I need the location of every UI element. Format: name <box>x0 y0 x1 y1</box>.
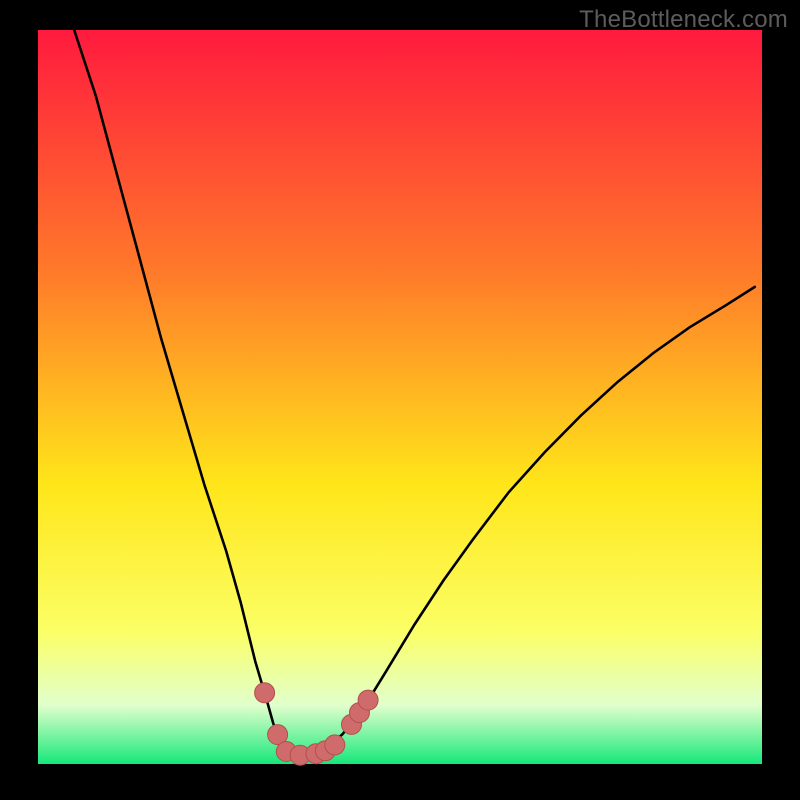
plot-background <box>38 30 762 764</box>
curve-marker <box>358 690 378 710</box>
watermark-label: TheBottleneck.com <box>579 6 788 34</box>
chart-stage: TheBottleneck.com <box>0 0 800 800</box>
curve-marker <box>325 735 345 755</box>
curve-marker <box>255 683 275 703</box>
bottleneck-chart <box>0 0 800 800</box>
